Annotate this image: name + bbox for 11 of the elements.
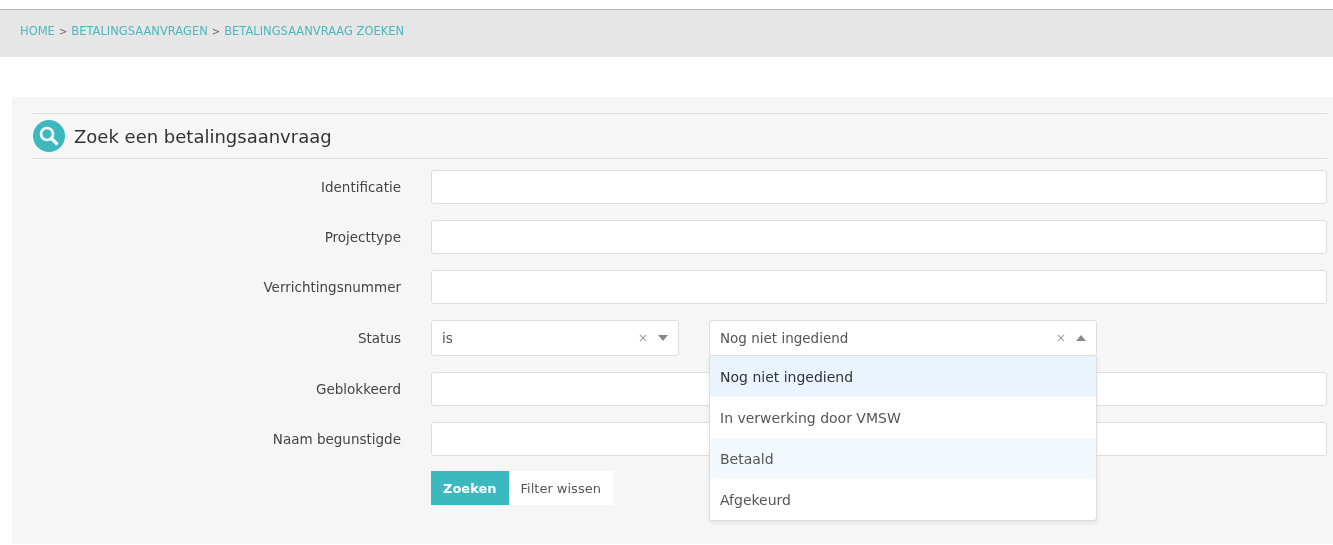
field-label: Status [356,330,401,346]
breadcrumb-separator: > [58,25,68,37]
field-label: Geblokkeerd [315,381,401,397]
field-label: Naam begunstigde [271,431,401,447]
select-value: is [442,330,454,346]
panel-title: Zoek een betalingsaanvraag [74,125,332,147]
breadcrumb-separator: > [211,25,221,37]
field-label: Verrichtingsnummer [262,279,401,295]
select-value: Nog niet ingediend [720,330,850,346]
field-label: Projecttype [323,229,401,245]
field-label: Identificatie [320,179,401,195]
